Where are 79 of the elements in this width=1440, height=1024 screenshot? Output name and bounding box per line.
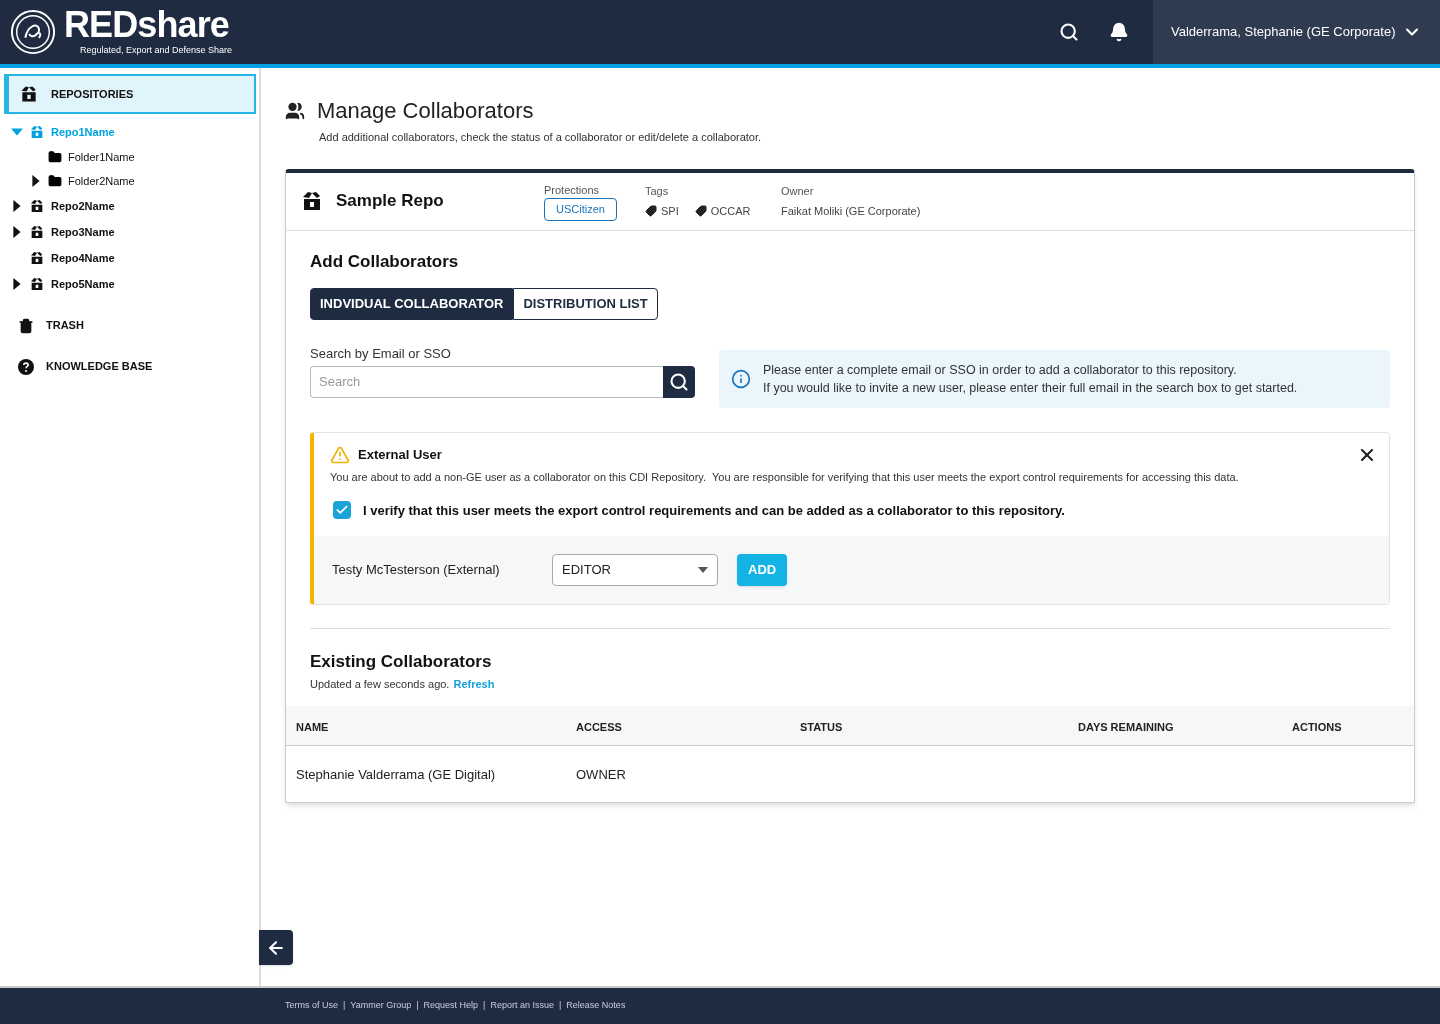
role-dropdown[interactable]: EDITOR — [552, 554, 718, 586]
repo-icon — [19, 84, 39, 104]
verify-label: I verify that this user meets the export control requirements and can be added as a collaborator to this repository. — [363, 501, 1065, 520]
table-cell: OWNER — [576, 767, 626, 782]
warning-icon — [330, 445, 350, 465]
caret-down-icon[interactable] — [11, 126, 23, 138]
page-subtitle: Add additional collaborators, check the status of a collaborator or edit/delete a collaborator. — [319, 130, 763, 145]
brand-tagline: Regulated, Export and Defense Share — [80, 45, 233, 55]
collapse-sidebar-button[interactable] — [259, 930, 293, 965]
owner-name: Faikat Moliki (GE Corporate) — [781, 204, 921, 219]
trash-icon — [18, 317, 34, 334]
repo-icon — [29, 276, 45, 292]
info-icon — [731, 369, 751, 389]
separator: | — [343, 999, 346, 1013]
separator: | — [483, 999, 486, 1013]
column-header: ACCESS — [576, 720, 622, 733]
column-header: NAME — [296, 720, 329, 733]
repo-icon — [29, 124, 45, 140]
footer-link[interactable]: Release Notes — [566, 999, 626, 1013]
logo-icon — [10, 9, 56, 55]
protection-tag: USCitizen — [544, 198, 617, 221]
repo-icon — [29, 224, 45, 240]
footer-link[interactable]: Request Help — [423, 999, 479, 1013]
caret-right-icon[interactable] — [11, 278, 23, 290]
tab[interactable]: DISTRIBUTION LIST — [513, 288, 658, 320]
tree-item[interactable]: Repo4Name — [51, 249, 115, 267]
footer-link[interactable]: Terms of Use — [285, 999, 338, 1013]
repositories-nav-item[interactable]: REPOSITORIES — [4, 74, 256, 114]
tree-item[interactable]: Repo3Name — [51, 223, 115, 241]
caret-right-icon[interactable] — [30, 175, 42, 187]
protections-label: Protections — [544, 182, 601, 198]
repo-icon — [29, 250, 45, 266]
tags-label: Tags — [645, 183, 670, 199]
tree-item[interactable]: Folder1Name — [68, 148, 135, 166]
sidebar-link[interactable]: KNOWLEDGE BASE — [46, 358, 153, 375]
column-header: ACTIONS — [1292, 720, 1342, 733]
separator: | — [559, 999, 562, 1013]
owner-label: Owner — [781, 183, 815, 199]
tree-item[interactable]: Repo5Name — [51, 275, 115, 293]
tag-icon — [694, 205, 707, 218]
section-title: Add Collaborators — [310, 250, 460, 273]
footer-link[interactable]: Report an Issue — [490, 999, 554, 1013]
user-name: Testy McTesterson (External) — [332, 561, 501, 580]
footer-link[interactable]: Yammer Group — [350, 999, 412, 1013]
section-title: Existing Collaborators — [310, 651, 493, 673]
alert-message: You are about to add a non-GE user as a collaborator on this CDI Repository. You are responsible for verifying that this user meets the export control requirements for accessing this data. — [330, 470, 1240, 485]
caret-right-icon[interactable] — [11, 226, 23, 238]
search-icon[interactable] — [1059, 22, 1079, 42]
tag-icon — [645, 205, 657, 218]
table-cell: Stephanie Valderrama (GE Digital) — [296, 767, 496, 782]
folder-icon — [48, 174, 62, 188]
info-text: If you would like to invite a new user, please enter their full email in the search box to get started. — [763, 380, 1298, 397]
folder-icon — [48, 150, 62, 164]
verify-checkbox[interactable] — [333, 501, 351, 520]
tag-label: OCCAR — [710, 204, 751, 219]
tree-item[interactable]: Folder2Name — [68, 172, 135, 190]
search-icon[interactable] — [663, 365, 695, 398]
tag-label: SPI — [661, 204, 679, 219]
column-header: DAYS REMAINING — [1078, 720, 1174, 733]
notifications-icon[interactable] — [1109, 22, 1129, 42]
brand-name: REDshare — [64, 5, 230, 45]
repo-name: Sample Repo — [336, 190, 445, 213]
separator: | — [416, 999, 419, 1013]
alert-title: External User — [358, 446, 442, 465]
repo-icon — [29, 198, 45, 214]
search-field[interactable]: Search — [310, 365, 663, 398]
caret-right-icon[interactable] — [11, 200, 23, 212]
users-icon — [285, 100, 305, 121]
user-menu[interactable]: Valderrama, Stephanie (GE Corporate) — [1153, 0, 1440, 64]
info-text: Please enter a complete email or SSO in order to add a collaborator to this repository. — [763, 362, 1238, 379]
sidebar-link[interactable]: TRASH — [46, 317, 84, 334]
help-icon — [18, 358, 34, 375]
column-header: STATUS — [800, 720, 843, 733]
caret-down-icon — [698, 567, 708, 573]
page-title: Manage Collaborators — [317, 97, 534, 125]
updated-text: Updated a few seconds ago. — [310, 676, 450, 692]
tab[interactable]: INDVIDUAL COLLABORATOR — [310, 288, 514, 320]
tree-item[interactable]: Repo2Name — [51, 197, 115, 215]
search-label: Search by Email or SSO — [310, 345, 452, 363]
